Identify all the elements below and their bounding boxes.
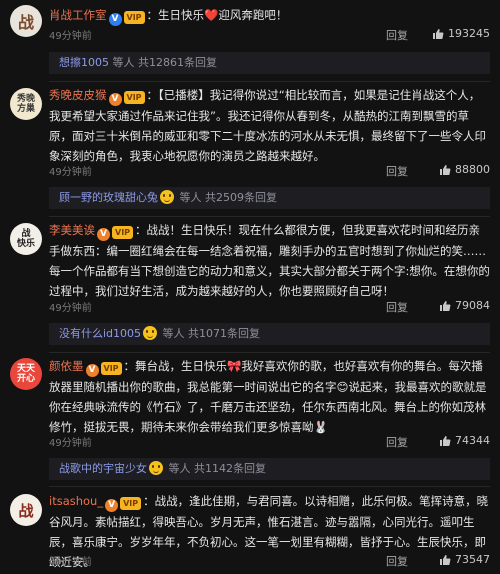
vip-badge: VIP [123,91,145,104]
thumb-up-icon [440,554,451,565]
reply-summary[interactable]: 没有什么id1005 等人 共1071条回复 [49,323,490,345]
reply-summary[interactable]: 战歌中的宇宙少女 等人 共1142条回复 [49,458,490,480]
verified-badge: V [85,364,99,377]
timestamp: 49分钟前 [49,557,92,568]
verified-badge: V [105,499,119,512]
like-button[interactable]: 73547 [439,553,490,566]
verified-badge: V [108,13,122,26]
like-count: 193245 [448,27,490,40]
like-count: 79084 [455,299,490,312]
comment-body: 颜依墨 V VIP ：舞台战，生日快乐🎀我好喜欢你的歌，也好喜欢有你的舞台。每次播放器… [49,356,490,437]
comment-body: 李美美诶 V VIP ：战战！生日快乐！现在什么都很方便，但我更喜欢花时间和经历亲手做… [49,220,490,301]
username[interactable]: 李美美诶 [49,223,95,237]
reply-count-text: 等人 共12861条回复 [109,56,217,69]
reply-summary[interactable]: 想擦1005 等人 共12861条回复 [49,52,490,74]
verified-badge: V [97,228,110,241]
reply-button[interactable]: 回复 [386,163,408,179]
divider [49,216,490,217]
vip-badge: VIP [123,11,145,24]
reply-button[interactable]: 回复 [386,299,408,315]
username[interactable]: 秀晚皮皮猴 [49,88,107,102]
reply-button[interactable]: 回复 [386,27,408,43]
like-button[interactable]: 79084 [439,299,490,312]
like-count: 74344 [455,434,490,447]
vip-badge: VIP [120,497,142,510]
thumb-up-icon [440,435,451,446]
reply-summary[interactable]: 顾一野的玫瑰甜心兔 等人 共2509条回复 [49,187,490,209]
username[interactable]: 颜依墨 [49,359,84,373]
comment-text: ：生日快乐❤️迎风奔跑吧！ [146,8,288,22]
avatar[interactable]: 秀晚 方巢 [10,88,42,120]
like-button[interactable]: 74344 [439,434,490,447]
thumb-up-icon [440,300,451,311]
comment-meta: 49分钟前 回复 88800 [49,163,490,179]
like-count: 73547 [455,553,490,566]
divider [49,486,490,487]
avatar[interactable]: 战 快乐 [10,223,42,255]
username[interactable]: itsashou_ [49,494,103,508]
reply-user[interactable]: 想擦1005 [59,56,109,69]
avatar[interactable]: 战 [10,5,42,37]
reply-user[interactable]: 顾一野的玫瑰甜心兔 [59,191,158,204]
reply-count-text: 等人 共1071条回复 [159,327,261,340]
comment-body: 秀晚皮皮猴 V VIP ：【已播楼】我记得你说过“相比较而言，如果是记住肖战这个人，我… [49,85,490,166]
like-button[interactable]: 193245 [432,27,490,40]
thumb-up-icon [440,164,451,175]
divider [49,81,490,82]
timestamp: 49分钟前 [49,31,92,42]
avatar[interactable]: 天天 开心 [10,358,42,390]
timestamp: 49分钟前 [49,303,92,314]
reply-count-text: 等人 共2509条回复 [176,191,277,204]
reply-button[interactable]: 回复 [386,553,408,569]
verified-badge: V [108,93,122,106]
reply-user[interactable]: 没有什么id1005 [59,327,141,340]
emoji-icon [143,326,158,340]
comment-meta: 49分钟前 回复 73547 [49,553,490,569]
thumb-up-icon [433,28,444,39]
comment-meta: 49分钟前 回复 74344 [49,434,490,450]
reply-button[interactable]: 回复 [386,434,408,450]
avatar[interactable]: 战 [10,494,42,526]
reply-count-text: 等人 共1142条回复 [165,462,266,475]
vip-badge: VIP [112,226,134,239]
emoji-icon [149,461,163,475]
vip-badge: VIP [100,362,122,375]
reply-user[interactable]: 战歌中的宇宙少女 [59,462,147,475]
like-count: 88800 [455,163,490,176]
username[interactable]: 肖战工作室 [49,8,107,22]
divider [49,352,490,353]
timestamp: 49分钟前 [49,438,92,449]
like-button[interactable]: 88800 [439,163,490,176]
comment-body: 肖战工作室 V VIP ：生日快乐❤️迎风奔跑吧！ [49,5,490,26]
comment-meta: 49分钟前 回复 79084 [49,299,490,315]
comment-meta: 49分钟前 回复 193245 [49,27,490,43]
emoji-icon [160,190,174,204]
timestamp: 49分钟前 [49,167,92,178]
